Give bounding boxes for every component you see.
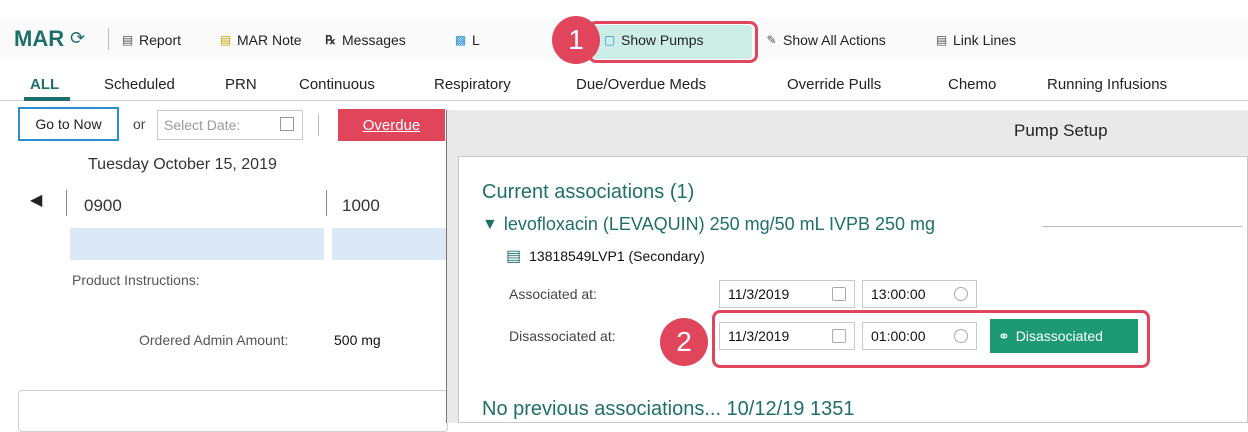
ordered-admin-amount-label: Ordered Admin Amount: — [139, 332, 289, 348]
time-divider — [326, 190, 327, 216]
tab-all[interactable]: ALL — [30, 76, 59, 93]
tab-chemo[interactable]: Chemo — [948, 76, 996, 93]
associated-time-input[interactable]: 13:00:00 — [862, 280, 977, 308]
disassociated-at-label: Disassociated at: — [509, 328, 616, 344]
tab-continuous[interactable]: Continuous — [299, 76, 375, 93]
link-lines-label: Link Lines — [953, 32, 1017, 48]
medication-divider — [1042, 226, 1242, 227]
tab-due-overdue-meds[interactable]: Due/Overdue Meds — [576, 76, 706, 93]
tab-prn[interactable]: PRN — [225, 76, 257, 93]
report-label: Report — [139, 32, 182, 48]
associated-time-value: 13:00:00 — [871, 286, 926, 302]
tab-override-pulls[interactable]: Override Pulls — [787, 76, 881, 93]
time-cell-0900[interactable] — [70, 228, 324, 260]
grid-icon: ▩ — [454, 32, 467, 47]
go-to-now-label: Go to Now — [35, 116, 102, 132]
show-all-actions-label: Show All Actions — [783, 32, 886, 48]
callout-2-badge: 2 — [660, 318, 708, 366]
medication-name: levofloxacin (LEVAQUIN) 250 mg/50 mL IVP… — [503, 214, 936, 234]
scroll-left-icon[interactable]: ◀ — [30, 190, 42, 210]
toolbar-divider — [108, 28, 109, 50]
clock-icon[interactable] — [954, 287, 968, 301]
medication-line: ▼ levofloxacin (LEVAQUIN) 250 mg/50 mL I… — [482, 214, 935, 235]
partial-toolbar-label: L — [472, 32, 480, 48]
rx-icon: ℞ — [325, 32, 336, 47]
tab-running-infusions[interactable]: Running Infusions — [1047, 76, 1167, 93]
left-bottom-card — [18, 390, 448, 432]
go-to-now-button[interactable]: Go to Now — [18, 107, 119, 141]
product-instructions-label: Product Instructions: — [72, 272, 200, 288]
link-icon: ▤ — [935, 32, 948, 47]
or-text: or — [133, 116, 146, 132]
tab-scheduled[interactable]: Scheduled — [104, 76, 175, 93]
associated-at-label: Associated at: — [509, 286, 597, 302]
report-icon: ▤ — [121, 32, 134, 47]
messages-button[interactable]: ℞ Messages — [324, 32, 406, 48]
tab-respiratory[interactable]: Respiratory — [434, 76, 511, 93]
mar-note-button[interactable]: ▤ MAR Note — [219, 32, 302, 48]
date-header: Tuesday October 15, 2019 — [88, 156, 277, 173]
time-divider — [66, 190, 67, 216]
left-divider — [318, 114, 319, 136]
refresh-button[interactable]: ⟳ — [70, 28, 86, 48]
pump-icon: ▤ — [506, 248, 522, 265]
associated-date-value: 11/3/2019 — [728, 286, 790, 302]
report-button[interactable]: ▤ Report — [121, 32, 181, 48]
current-associations-heading: Current associations (1) — [482, 181, 695, 203]
ordered-admin-amount-value: 500 mg — [334, 332, 381, 348]
time-cell-1000[interactable] — [332, 228, 446, 260]
callout-2-frame — [712, 310, 1150, 368]
calendar-icon[interactable] — [280, 117, 294, 131]
calendar-icon[interactable] — [832, 287, 846, 301]
show-all-actions-button[interactable]: ✎ Show All Actions — [765, 32, 886, 48]
callout-1-badge: 1 — [552, 16, 600, 64]
note-icon: ▤ — [219, 32, 232, 47]
mar-title: MAR — [14, 26, 65, 51]
previous-associations-heading: No previous associations... 10/12/19 135… — [482, 398, 855, 420]
time-0900: 0900 — [84, 196, 122, 215]
pump-line: ▤ 13818549LVP1 (Secondary) — [506, 246, 705, 266]
pump-id: 13818549LVP1 (Secondary) — [529, 248, 705, 264]
associated-date-input[interactable]: 11/3/2019 — [719, 280, 855, 308]
select-date-input[interactable]: Select Date: — [157, 110, 303, 140]
time-1000: 1000 — [342, 196, 380, 215]
refresh-icon: ⟳ — [70, 28, 86, 48]
select-date-placeholder: Select Date: — [164, 117, 241, 133]
overdue-label: Overdue — [362, 116, 421, 134]
callout-1-frame — [588, 21, 758, 63]
mar-note-label: MAR Note — [237, 32, 302, 48]
active-tab-indicator — [24, 97, 70, 101]
link-lines-button[interactable]: ▤ Link Lines — [935, 32, 1016, 48]
messages-label: Messages — [342, 32, 406, 48]
dialog-title: Pump Setup — [1014, 121, 1108, 140]
partial-toolbar-button[interactable]: ▩ L — [454, 32, 480, 48]
iv-bag-icon: ▼ — [482, 215, 498, 233]
pencil-icon: ✎ — [766, 32, 777, 47]
overdue-button[interactable]: Overdue — [338, 109, 445, 141]
